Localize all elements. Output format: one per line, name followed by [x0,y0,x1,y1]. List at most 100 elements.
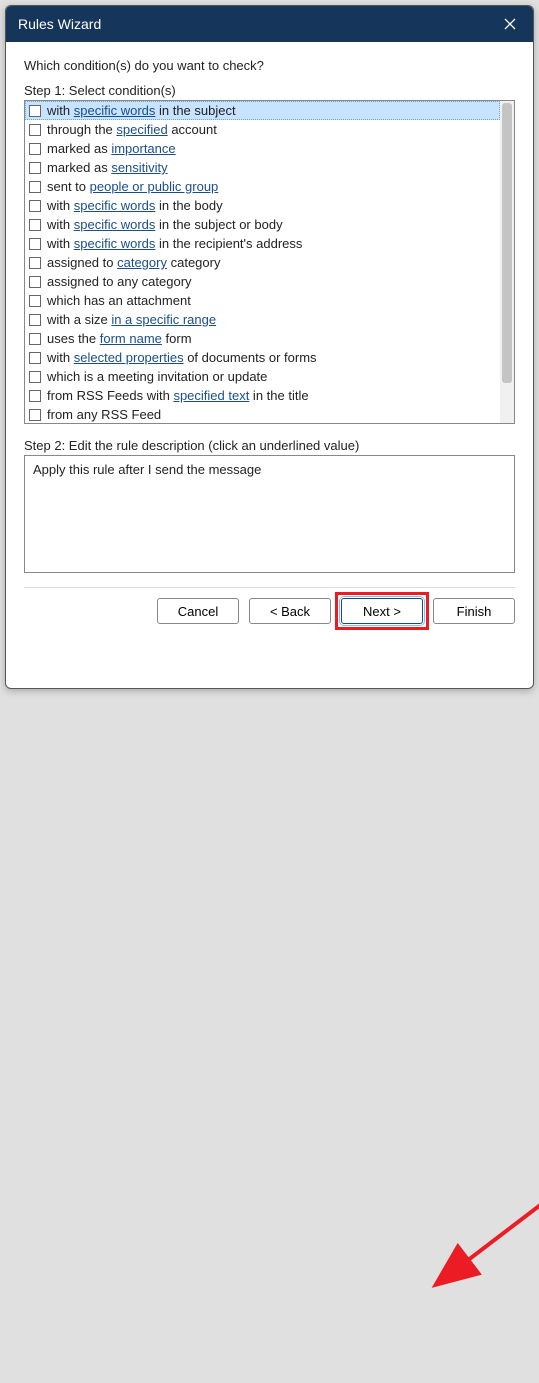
condition-text: marked as importance [47,139,176,158]
condition-row[interactable]: with selected properties of documents or… [25,348,500,367]
condition-text: through the specified account [47,120,217,139]
condition-text: with selected properties of documents or… [47,348,317,367]
condition-checkbox[interactable] [29,257,41,269]
finish-button[interactable]: Finish [433,598,515,624]
condition-frag: of documents or forms [184,350,317,365]
condition-row[interactable]: assigned to any category [25,272,500,291]
condition-frag: through the [47,122,116,137]
condition-row[interactable]: which has an attachment [25,291,500,310]
cancel-button[interactable]: Cancel [157,598,239,624]
condition-frag: account [168,122,217,137]
condition-link[interactable]: importance [111,141,175,156]
titlebar: Rules Wizard [6,6,533,42]
condition-text: assigned to any category [47,272,192,291]
condition-frag: marked as [47,160,111,175]
condition-frag: with [47,350,74,365]
condition-link[interactable]: specific words [74,217,156,232]
rule-description-box[interactable]: Apply this rule after I send the message [24,455,515,573]
annotation-arrow [5,689,539,1383]
condition-frag: with [47,236,74,251]
condition-link[interactable]: specific words [74,236,156,251]
condition-row[interactable]: with a size in a specific range [25,310,500,329]
condition-frag: with [47,198,74,213]
condition-row[interactable]: through the specified account [25,120,500,139]
rules-wizard-window: Rules Wizard Which condition(s) do you w… [5,5,534,689]
condition-link[interactable]: specific words [74,198,156,213]
condition-frag: which has an attachment [47,293,191,308]
condition-checkbox[interactable] [29,352,41,364]
condition-frag: with [47,103,74,118]
condition-row[interactable]: with specific words in the body [25,196,500,215]
condition-checkbox[interactable] [29,314,41,326]
condition-frag: from RSS Feeds with [47,388,173,403]
condition-checkbox[interactable] [29,333,41,345]
condition-frag: in the recipient's address [155,236,302,251]
condition-checkbox[interactable] [29,200,41,212]
condition-link[interactable]: category [117,255,167,270]
rule-description-text: Apply this rule after I send the message [33,462,261,477]
condition-row[interactable]: with specific words in the recipient's a… [25,234,500,253]
condition-row[interactable]: sent to people or public group [25,177,500,196]
condition-link[interactable]: specified [116,122,167,137]
condition-frag: with a size [47,312,111,327]
condition-text: uses the form name form [47,329,192,348]
condition-row[interactable]: uses the form name form [25,329,500,348]
condition-row[interactable]: from RSS Feeds with specified text in th… [25,386,500,405]
condition-checkbox[interactable] [29,409,41,421]
condition-row[interactable]: marked as sensitivity [25,158,500,177]
condition-frag: in the subject [155,103,235,118]
condition-frag: from any RSS Feed [47,407,161,422]
separator [24,587,515,588]
condition-link[interactable]: sensitivity [111,160,167,175]
next-button[interactable]: Next > [341,598,423,624]
condition-frag: uses the [47,331,100,346]
step1-label: Step 1: Select condition(s) [24,83,515,98]
condition-text: with specific words in the recipient's a… [47,234,302,253]
step2-label: Step 2: Edit the rule description (click… [24,438,515,453]
condition-text: which has an attachment [47,291,191,310]
condition-checkbox[interactable] [29,276,41,288]
condition-frag: marked as [47,141,111,156]
condition-checkbox[interactable] [29,238,41,250]
condition-row[interactable]: with specific words in the subject or bo… [25,215,500,234]
condition-checkbox[interactable] [29,124,41,136]
condition-link[interactable]: selected properties [74,350,184,365]
condition-text: sent to people or public group [47,177,218,196]
condition-row[interactable]: assigned to category category [25,253,500,272]
conditions-listbox[interactable]: with specific words in the subjectthroug… [24,100,515,424]
condition-checkbox[interactable] [29,162,41,174]
condition-frag: sent to [47,179,90,194]
condition-link[interactable]: specified text [173,388,249,403]
condition-text: with a size in a specific range [47,310,216,329]
condition-frag: with [47,217,74,232]
scrollbar[interactable] [500,101,514,423]
condition-checkbox[interactable] [29,390,41,402]
condition-row[interactable]: which is a meeting invitation or update [25,367,500,386]
condition-link[interactable]: form name [100,331,162,346]
condition-text: with specific words in the subject [47,101,236,120]
condition-row[interactable]: with specific words in the subject [25,101,500,120]
condition-checkbox[interactable] [29,371,41,383]
condition-text: with specific words in the body [47,196,223,215]
condition-link[interactable]: specific words [74,103,156,118]
scrollbar-thumb[interactable] [502,103,512,383]
condition-checkbox[interactable] [29,105,41,117]
condition-frag: form [162,331,192,346]
condition-text: assigned to category category [47,253,220,272]
condition-row[interactable]: marked as importance [25,139,500,158]
window-title: Rules Wizard [18,16,101,32]
condition-checkbox[interactable] [29,295,41,307]
back-button[interactable]: < Back [249,598,331,624]
condition-link[interactable]: in a specific range [111,312,216,327]
condition-checkbox[interactable] [29,181,41,193]
condition-text: which is a meeting invitation or update [47,367,267,386]
condition-checkbox[interactable] [29,143,41,155]
condition-text: from RSS Feeds with specified text in th… [47,386,309,405]
condition-frag: in the subject or body [155,217,282,232]
condition-link[interactable]: people or public group [90,179,219,194]
condition-row[interactable]: from any RSS Feed [25,405,500,423]
close-icon[interactable] [499,13,521,35]
condition-checkbox[interactable] [29,219,41,231]
wizard-body: Which condition(s) do you want to check?… [6,42,533,688]
condition-frag: assigned to [47,255,117,270]
